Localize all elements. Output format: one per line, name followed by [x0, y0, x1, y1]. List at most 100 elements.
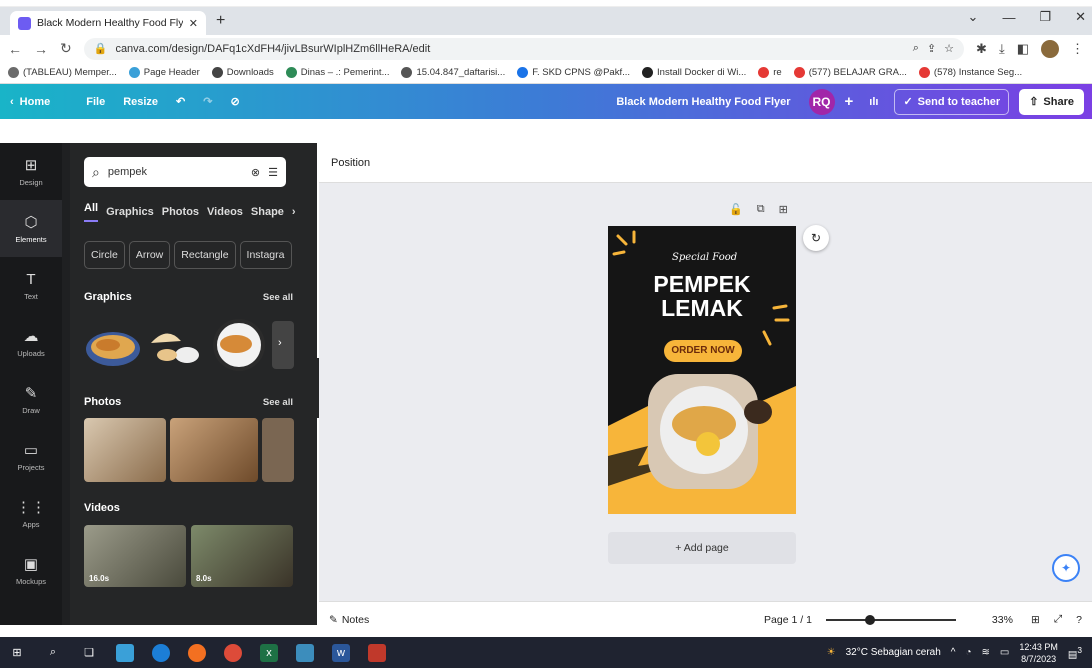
app-icon[interactable]: [296, 643, 314, 662]
profile-avatar[interactable]: [1041, 39, 1059, 58]
bookmark-item[interactable]: Install Docker di Wi...: [642, 67, 746, 78]
minimize-icon[interactable]: —: [1002, 10, 1015, 25]
grid-view-icon[interactable]: ⊞: [1031, 614, 1040, 626]
panel-tab[interactable]: All: [84, 202, 99, 222]
lock-page-icon[interactable]: 🔓: [729, 203, 743, 216]
photo-thumb[interactable]: [170, 418, 258, 482]
task-view-icon[interactable]: ❏: [80, 644, 98, 662]
reload-icon[interactable]: ↻: [60, 40, 72, 57]
help-icon[interactable]: ?: [1076, 614, 1082, 626]
panel-tab[interactable]: Photos: [162, 206, 199, 218]
resize-button[interactable]: Resize: [123, 96, 158, 108]
menu-icon[interactable]: ⋮: [1071, 41, 1084, 57]
redo-icon[interactable]: ↷: [203, 95, 212, 108]
file-explorer-icon[interactable]: [116, 643, 134, 662]
url-text[interactable]: canva.com/design/DAFq1cXdFH4/jivLBsurWIp…: [115, 43, 904, 55]
shape-chip[interactable]: Rectangle: [174, 241, 236, 269]
excel-icon[interactable]: x: [260, 643, 278, 662]
tray-chevron-icon[interactable]: ^: [951, 647, 956, 658]
edge-icon[interactable]: [152, 643, 170, 662]
rail-item-text[interactable]: T Text: [0, 257, 62, 314]
position-button[interactable]: Position: [331, 157, 370, 169]
close-tab-icon[interactable]: ✕: [189, 17, 198, 30]
duplicate-page-icon[interactable]: ⧉: [757, 203, 765, 216]
graphic-thumb[interactable]: [84, 321, 142, 369]
tabs-chevron-icon[interactable]: ›: [292, 206, 296, 218]
bookmark-item[interactable]: Dinas – .: Pemerint...: [285, 67, 389, 78]
add-page-icon[interactable]: ⊞: [779, 203, 788, 216]
graphic-thumb[interactable]: [147, 321, 205, 369]
download-icon[interactable]: ⤓: [999, 41, 1005, 57]
shape-chip[interactable]: Circle: [84, 241, 125, 269]
weather-text[interactable]: 32°C Sebagian cerah: [846, 647, 941, 658]
star-icon[interactable]: ☆: [944, 42, 954, 55]
rail-item-apps[interactable]: ⋮⋮ Apps: [0, 485, 62, 542]
filter-icon[interactable]: ☰: [268, 166, 278, 179]
undo-icon[interactable]: ↶: [176, 95, 185, 108]
bookmark-item[interactable]: Page Header: [128, 67, 200, 78]
new-tab-button[interactable]: +: [216, 12, 225, 30]
bookmark-item[interactable]: 15.04.847_daftarisi...: [401, 67, 505, 78]
share-page-icon[interactable]: ⇪: [927, 42, 936, 55]
battery-icon[interactable]: ▭: [1000, 647, 1009, 658]
video-thumb[interactable]: 16.0s: [84, 525, 186, 587]
zoom-level[interactable]: 33%: [992, 614, 1013, 626]
restore-icon[interactable]: ❐: [1039, 9, 1051, 25]
tab-search-icon[interactable]: ⌄: [968, 9, 979, 25]
bookmark-item[interactable]: Downloads: [211, 67, 274, 78]
graphic-thumb-next[interactable]: ›: [272, 321, 294, 369]
panel-tab[interactable]: Graphics: [106, 206, 154, 218]
photos-see-all[interactable]: See all: [263, 397, 293, 408]
panel-left-scrollbar[interactable]: [62, 143, 70, 625]
search-input[interactable]: ⌕ pempek ⊗ ☰: [84, 157, 286, 187]
firefox-icon[interactable]: [188, 643, 206, 662]
network-icon[interactable]: ◔: [965, 647, 971, 658]
windows-start-icon[interactable]: ⊞: [8, 644, 26, 662]
home-button[interactable]: ‹ Home: [10, 96, 50, 108]
close-window-icon[interactable]: ✕: [1075, 9, 1086, 25]
regenerate-icon[interactable]: ↻: [803, 225, 829, 251]
video-thumb[interactable]: 8.0s: [191, 525, 293, 587]
page-indicator[interactable]: Page 1 / 1: [764, 614, 812, 626]
bookmark-item[interactable]: (TABLEAU) Memper...: [8, 67, 117, 78]
search-value[interactable]: pempek: [108, 166, 243, 178]
add-page-button[interactable]: + Add page: [608, 532, 796, 564]
back-icon[interactable]: ←: [8, 41, 22, 57]
bookmark-item[interactable]: (577) BELAJAR GRA...: [793, 67, 907, 78]
send-to-teacher-button[interactable]: ✓ Send to teacher: [894, 88, 1010, 115]
panel-tab[interactable]: Videos: [207, 206, 243, 218]
share-button[interactable]: ⇧ Share: [1019, 88, 1084, 115]
rail-item-projects[interactable]: ▭ Projects: [0, 428, 62, 485]
zoom-slider[interactable]: [825, 614, 956, 625]
photo-thumb[interactable]: [84, 418, 166, 482]
avatar[interactable]: RQ: [808, 88, 835, 115]
zoom-lens-icon[interactable]: ⌕: [913, 42, 919, 55]
design-title[interactable]: Black Modern Healthy Food Flyer: [616, 96, 790, 108]
rail-item-design[interactable]: ⊞ Design: [0, 143, 62, 200]
sidepanel-icon[interactable]: ◧: [1017, 41, 1029, 57]
graphic-thumb[interactable]: [210, 318, 268, 372]
panel-tab[interactable]: Shape: [251, 206, 284, 218]
app-red-icon[interactable]: [368, 643, 386, 662]
notes-icon[interactable]: ✎: [329, 614, 338, 626]
clock[interactable]: 12:43 PM 8/7/2023: [1019, 641, 1058, 665]
extensions-icon[interactable]: ✱: [976, 41, 987, 57]
shape-chip[interactable]: Arrow: [128, 241, 171, 269]
word-icon[interactable]: w: [332, 643, 350, 662]
magic-assistant-icon[interactable]: ✦: [1052, 554, 1080, 582]
photo-thumb-next[interactable]: [262, 418, 294, 482]
bookmark-item[interactable]: F. SKD CPNS @Pakf...: [517, 67, 630, 78]
graphics-see-all[interactable]: See all: [263, 292, 293, 303]
rail-item-draw[interactable]: ✎ Draw: [0, 371, 62, 428]
chrome-icon[interactable]: [224, 643, 242, 662]
search-taskbar-icon[interactable]: ⌕: [44, 644, 62, 662]
cloud-saved-icon[interactable]: ⊘: [230, 95, 239, 108]
bookmark-item[interactable]: (578) Instance Seg...: [918, 67, 1022, 78]
notes-button[interactable]: Notes: [342, 614, 369, 626]
insights-icon[interactable]: ılı: [869, 96, 878, 108]
rail-item-uploads[interactable]: ☁ Uploads: [0, 314, 62, 371]
clear-search-icon[interactable]: ⊗: [251, 166, 260, 179]
notifications-icon[interactable]: ▤3: [1068, 645, 1082, 660]
wifi-icon[interactable]: ≋: [982, 647, 990, 658]
design-page[interactable]: Special Food PEMPEK LEMAK ORDER NOW: [608, 226, 796, 514]
